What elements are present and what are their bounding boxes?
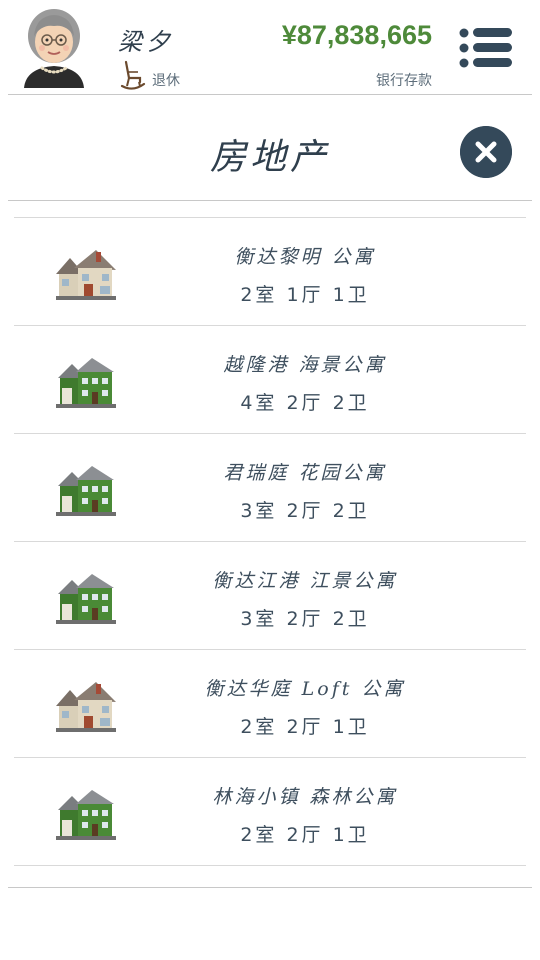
- property-name: 衡达江港 江景公寓: [212, 570, 398, 592]
- property-list-item[interactable]: 林海小镇 森林公寓 2室 2厅 1卫: [0, 758, 540, 866]
- property-list-item[interactable]: 衡达华庭 Loft 公寓 2室 2厅 1卫: [0, 650, 540, 758]
- property-list-item[interactable]: 3室 2厅 2卫: [0, 202, 540, 218]
- property-list-item[interactable]: 衡达黎明 公寓 2室 1厅 1卫: [0, 218, 540, 326]
- property-list-item[interactable]: 君瑞庭 花园公寓 3室 2厅 2卫: [0, 434, 540, 542]
- elderly-woman-avatar: [24, 9, 84, 88]
- house-icon: [56, 788, 116, 840]
- list-bottom-divider: [8, 887, 532, 888]
- property-list-item[interactable]: 越隆港 海景公寓 4室 2厅 2卫: [0, 326, 540, 434]
- property-rooms: 2室 2厅 1卫: [240, 716, 370, 738]
- house-icon: [56, 248, 116, 300]
- property-rooms: 2室 2厅 1卫: [240, 824, 370, 846]
- rocking-chair-icon: [120, 60, 146, 90]
- property-rooms: 4室 2厅 2卫: [240, 392, 370, 414]
- list-divider: [14, 865, 526, 866]
- title-divider: [8, 200, 532, 201]
- property-list[interactable]: 3室 2厅 2卫衡达黎明 公寓2室 1厅 1卫越隆港 海景公寓4室 2厅 2卫君…: [0, 202, 540, 888]
- property-name: 林海小镇 森林公寓: [212, 786, 398, 808]
- page-header: 房地产: [0, 96, 540, 202]
- property-rooms: 3室 2厅 2卫: [240, 500, 370, 522]
- property-rooms: 2室 1厅 1卫: [240, 284, 370, 306]
- bank-balance-label: 银行存款: [376, 73, 432, 89]
- property-rooms: 3室 2厅 2卫: [240, 608, 370, 630]
- property-name: 衡达黎明 公寓: [234, 246, 376, 268]
- house-icon: [56, 680, 116, 732]
- player-status: 退休: [152, 73, 180, 89]
- property-name: 越隆港 海景公寓: [223, 354, 387, 376]
- property-list-item[interactable]: 衡达江港 江景公寓 3室 2厅 2卫: [0, 542, 540, 650]
- property-name: 衡达华庭 Loft 公寓: [204, 678, 406, 700]
- header-divider: [8, 94, 532, 95]
- property-name: 君瑞庭 花园公寓: [223, 462, 387, 484]
- page-title: 房地产: [209, 137, 330, 178]
- house-icon: [56, 464, 116, 516]
- house-icon: [56, 356, 116, 408]
- close-icon[interactable]: [460, 126, 512, 178]
- house-icon: [56, 572, 116, 624]
- player-header: 梁夕 退休 ¥87,838,665 银行存款: [0, 0, 540, 96]
- bank-balance: ¥87,838,665: [281, 20, 432, 50]
- player-name: 梁夕: [118, 28, 174, 56]
- menu-list-icon[interactable]: [458, 26, 514, 70]
